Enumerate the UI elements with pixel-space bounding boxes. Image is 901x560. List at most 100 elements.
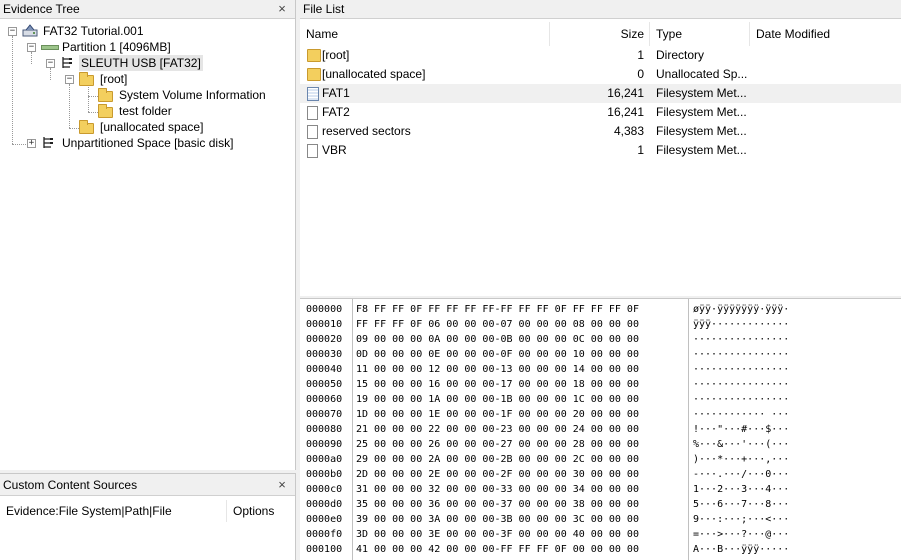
cell-name: FAT1 (322, 86, 350, 100)
hex-bytes: 1D 00 00 00 1E 00 00 00-1F 00 00 00 20 0… (356, 409, 639, 420)
column-header-name[interactable]: Name (300, 22, 550, 46)
hex-bytes: 09 00 00 00 0A 00 00 00-0B 00 00 00 0C 0… (356, 334, 639, 345)
hex-ascii: øÿÿ·ÿÿÿÿÿÿÿ·ÿÿÿ· (693, 304, 790, 315)
hex-row: 000090 25 00 00 00 26 00 00 00-27 00 00 0… (300, 437, 901, 452)
hex-bytes: 21 00 00 00 22 00 00 00-23 00 00 00 24 0… (356, 424, 639, 435)
hex-view-panel[interactable]: 000000 F8 FF FF 0F FF FF FF FF-FF FF FF 0… (300, 298, 901, 560)
hex-row: 0000a0 29 00 00 00 2A 00 00 00-2B 00 00 0… (300, 452, 901, 467)
hex-offset: 0000d0 (306, 499, 343, 510)
folder-icon (79, 72, 94, 86)
file-list-title: File List (303, 2, 345, 16)
hex-bytes: FF FF FF 0F 06 00 00 00-07 00 00 00 08 0… (356, 319, 639, 330)
hex-ascii: 9···:···;···<··· (693, 514, 790, 525)
tree-collapse-icon[interactable]: − (65, 75, 74, 84)
evidence-tree-close-icon[interactable]: × (275, 2, 289, 16)
evidence-tree-panel: Evidence Tree × − FAT32 Tutorial.001 − P… (0, 0, 296, 470)
column-header-options[interactable]: Options (227, 500, 296, 522)
custom-content-sources-close-icon[interactable]: × (275, 478, 289, 492)
file-list-columns: Name Size Type Date Modified (300, 22, 901, 46)
cell-name: [root] (322, 48, 350, 62)
tree-connector (31, 52, 32, 64)
hex-ascii: ÿÿÿ············· (693, 319, 790, 330)
file-icon (307, 106, 318, 120)
file-list-rows: [root] 1 Directory [unallocated space] 0… (300, 46, 901, 160)
hex-row: 000060 19 00 00 00 1A 00 00 00-1B 00 00 0… (300, 392, 901, 407)
tree-node-test-folder[interactable]: test folder (117, 103, 174, 119)
tree-collapse-icon[interactable]: − (8, 27, 17, 36)
cell-type: Filesystem Met... (656, 124, 747, 138)
disk-image-icon (22, 24, 38, 37)
tree-node-label: SLEUTH USB [FAT32] (79, 55, 203, 71)
hex-bytes: 31 00 00 00 32 00 00 00-33 00 00 00 34 0… (356, 484, 639, 495)
folder-icon (79, 120, 94, 134)
fat-table-icon (307, 87, 319, 101)
column-header-date-modified[interactable]: Date Modified (750, 22, 901, 46)
table-row[interactable]: VBR 1 Filesystem Met... (300, 141, 901, 160)
hex-bytes: 39 00 00 00 3A 00 00 00-3B 00 00 00 3C 0… (356, 514, 639, 525)
custom-content-sources-header: Custom Content Sources × (0, 474, 295, 496)
hex-offset: 0000c0 (306, 484, 343, 495)
tree-node-partition-1[interactable]: Partition 1 [4096MB] (60, 39, 173, 55)
folder-icon (307, 68, 321, 81)
hex-row: 000000 F8 FF FF 0F FF FF FF FF-FF FF FF 0… (300, 302, 901, 317)
tree-collapse-icon[interactable]: − (27, 43, 36, 52)
tree-connector (88, 112, 98, 113)
cell-type: Filesystem Met... (656, 143, 747, 157)
evidence-tree-header: Evidence Tree × (0, 0, 295, 19)
column-header-type[interactable]: Type (650, 22, 750, 46)
tree-node-system-volume-information[interactable]: System Volume Information (117, 87, 268, 103)
hex-offset: 0000f0 (306, 529, 343, 540)
hex-row: 0000e0 39 00 00 00 3A 00 00 00-3B 00 00 0… (300, 512, 901, 527)
tree-node-unpartitioned-space[interactable]: Unpartitioned Space [basic disk] (60, 135, 235, 151)
hex-offset: 000080 (306, 424, 343, 435)
tree-node-label: System Volume Information (119, 88, 266, 102)
file-icon (307, 144, 318, 158)
table-row[interactable]: reserved sectors 4,383 Filesystem Met... (300, 122, 901, 141)
column-header-size[interactable]: Size (550, 22, 650, 46)
hex-ascii: A···B···ÿÿÿ····· (693, 544, 790, 555)
tree-expand-icon[interactable]: + (27, 139, 36, 148)
tree-node-root[interactable]: [root] (98, 71, 129, 87)
custom-content-sources-title: Custom Content Sources (3, 478, 138, 492)
table-row[interactable]: FAT1 16,241 Filesystem Met... (300, 84, 901, 103)
hex-offset: 000030 (306, 349, 343, 360)
hex-ascii: ················ (693, 364, 790, 375)
hex-bytes: 29 00 00 00 2A 00 00 00-2B 00 00 00 2C 0… (356, 454, 639, 465)
hex-ascii: 5···6···7···8··· (693, 499, 790, 510)
hex-ascii: ················ (693, 349, 790, 360)
hex-ascii: ················ (693, 334, 790, 345)
hex-ascii: )···*···+···,··· (693, 454, 790, 465)
table-row[interactable]: FAT2 16,241 Filesystem Met... (300, 103, 901, 122)
cell-type: Directory (656, 48, 705, 62)
tree-connector (12, 36, 13, 144)
hex-row: 000070 1D 00 00 00 1E 00 00 00-1F 00 00 0… (300, 407, 901, 422)
table-row[interactable]: [unallocated space] 0 Unallocated Sp... (300, 65, 901, 84)
cell-name: VBR (322, 143, 347, 157)
tree-node-label: [root] (100, 72, 128, 86)
tree-node-label: test folder (119, 104, 172, 118)
cell-name: reserved sectors (322, 124, 411, 138)
tree-node-fat32-tutorial[interactable]: FAT32 Tutorial.001 (41, 23, 146, 39)
tree-node-unallocated-space[interactable]: [unallocated space] (98, 119, 205, 135)
cell-size: 4,383 (613, 124, 644, 138)
custom-content-sources-columns: Evidence:File System|Path|File Options (0, 500, 296, 522)
hex-offset: 000010 (306, 319, 343, 330)
hex-row: 0000c0 31 00 00 00 32 00 00 00-33 00 00 0… (300, 482, 901, 497)
hex-row: 000020 09 00 00 00 0A 00 00 00-0B 00 00 0… (300, 332, 901, 347)
hex-row: 000010 FF FF FF 0F 06 00 00 00-07 00 00 0… (300, 317, 901, 332)
hex-offset: 000050 (306, 379, 343, 390)
tree-node-label: FAT32 Tutorial.001 (43, 24, 144, 38)
tree-collapse-icon[interactable]: − (46, 59, 55, 68)
tree-connector (69, 84, 70, 128)
table-row[interactable]: [root] 1 Directory (300, 46, 901, 65)
cell-size: 0 (637, 67, 644, 81)
hex-offset: 0000a0 (306, 454, 343, 465)
column-header-evidence-path[interactable]: Evidence:File System|Path|File (0, 500, 227, 522)
hex-bytes: 41 00 00 00 42 00 00 00-FF FF FF 0F 00 0… (356, 544, 639, 555)
tree-connector (50, 68, 51, 80)
tree-node-label: Partition 1 [4096MB] (62, 40, 171, 54)
cell-type: Unallocated Sp... (656, 67, 748, 81)
tree-node-sleuth-usb[interactable]: SLEUTH USB [FAT32] (79, 55, 203, 71)
hex-offset: 0000b0 (306, 469, 343, 480)
hex-offset: 000090 (306, 439, 343, 450)
